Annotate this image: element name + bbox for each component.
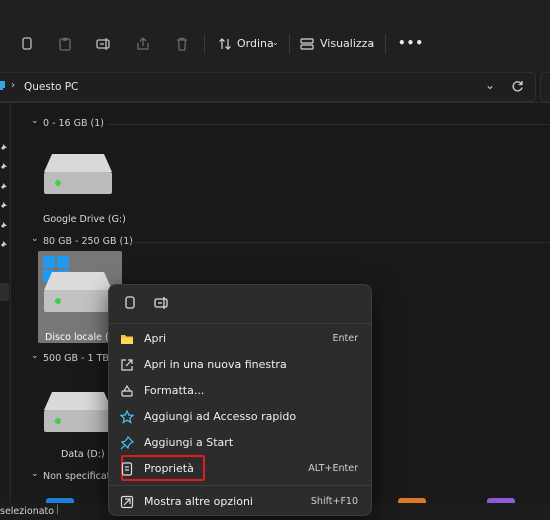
format-icon	[120, 384, 134, 398]
chevron-down-icon: ⌄	[368, 38, 375, 47]
chevron-down-icon[interactable]: ⌄	[31, 469, 39, 479]
chevron-right-icon: ›	[11, 80, 15, 91]
delete-icon[interactable]	[171, 34, 193, 54]
pin-icon	[0, 199, 8, 208]
drive-label[interactable]: Google Drive (G:)	[43, 214, 126, 225]
more-options-icon	[120, 495, 134, 509]
pin-icon	[0, 219, 8, 228]
pin-icon	[0, 160, 8, 169]
view-icon[interactable]	[296, 34, 318, 54]
folder-icon	[120, 332, 134, 346]
copy-icon[interactable]	[16, 34, 38, 54]
group-header[interactable]: 0 - 16 GB (1)	[43, 118, 104, 129]
command-bar: Ordina ⌄ Visualizza ⌄ •••	[0, 0, 550, 72]
address-field[interactable]: › Questo PC ⌄	[0, 72, 536, 102]
group-header[interactable]: Non specificato	[43, 471, 116, 482]
rename-icon[interactable]	[93, 34, 115, 54]
group-header[interactable]: 80 GB - 250 GB (1)	[43, 236, 133, 247]
menu-item-more-options[interactable]: Mostra altre opzioni Shift+F10	[114, 490, 366, 514]
pin-icon	[0, 238, 8, 247]
open-new-window-icon	[120, 358, 134, 372]
toolbar-divider	[204, 34, 205, 54]
menu-item-quick-access[interactable]: Aggiungi ad Accesso rapido	[114, 405, 366, 429]
paste-icon[interactable]	[54, 34, 76, 54]
status-text: selezionato	[0, 506, 55, 517]
menu-item-properties[interactable]: Proprietà ALT+Enter	[114, 455, 366, 481]
star-icon	[119, 409, 135, 424]
rename-icon[interactable]	[154, 296, 170, 313]
menu-item-open[interactable]: Apri Enter	[114, 327, 366, 351]
pin-icon	[0, 180, 8, 189]
chevron-down-icon[interactable]: ⌄	[485, 78, 495, 92]
hard-drive-icon	[40, 268, 116, 318]
group-divider	[128, 242, 550, 243]
menu-divider	[109, 485, 371, 486]
menu-item-open-new-window[interactable]: Apri in una nuova finestra	[114, 353, 366, 377]
pin-icon	[120, 435, 135, 450]
monitor-icon	[0, 81, 6, 91]
pin-icon	[0, 141, 8, 150]
context-menu: Apri Enter Apri in una nuova finestra Fo…	[108, 284, 372, 516]
drive-label[interactable]: Data (D:)	[61, 449, 105, 460]
properties-icon	[120, 462, 134, 476]
view-button[interactable]: Visualizza	[320, 37, 374, 50]
navigation-pane	[0, 103, 11, 503]
breadcrumb[interactable]: Questo PC	[24, 81, 78, 93]
toolbar-divider	[289, 34, 290, 54]
share-icon[interactable]	[132, 34, 154, 54]
chevron-down-icon: ⌄	[272, 38, 279, 47]
refresh-icon[interactable]	[511, 80, 524, 96]
hard-drive-icon[interactable]	[40, 388, 116, 438]
menu-item-pin-start[interactable]: Aggiungi a Start	[114, 431, 366, 455]
toolbar-divider	[385, 34, 386, 54]
group-divider	[108, 124, 550, 125]
menu-divider	[109, 323, 371, 324]
status-separator: |	[56, 504, 60, 515]
menu-item-format[interactable]: Formatta...	[114, 379, 366, 403]
more-options-button[interactable]: •••	[398, 36, 424, 50]
chevron-down-icon[interactable]: ⌄	[31, 234, 39, 244]
chevron-down-icon[interactable]: ⌄	[31, 351, 39, 361]
context-menu-quick-actions	[109, 285, 371, 323]
address-bar: › Questo PC ⌄	[0, 72, 550, 103]
sort-button[interactable]: Ordina	[237, 37, 274, 50]
search-box[interactable]	[540, 72, 550, 102]
chevron-down-icon[interactable]: ⌄	[31, 116, 39, 126]
sort-icon[interactable]	[214, 34, 236, 54]
copy-icon[interactable]	[123, 296, 137, 313]
nav-selected-item[interactable]	[0, 283, 9, 301]
hard-drive-icon[interactable]	[40, 150, 116, 200]
